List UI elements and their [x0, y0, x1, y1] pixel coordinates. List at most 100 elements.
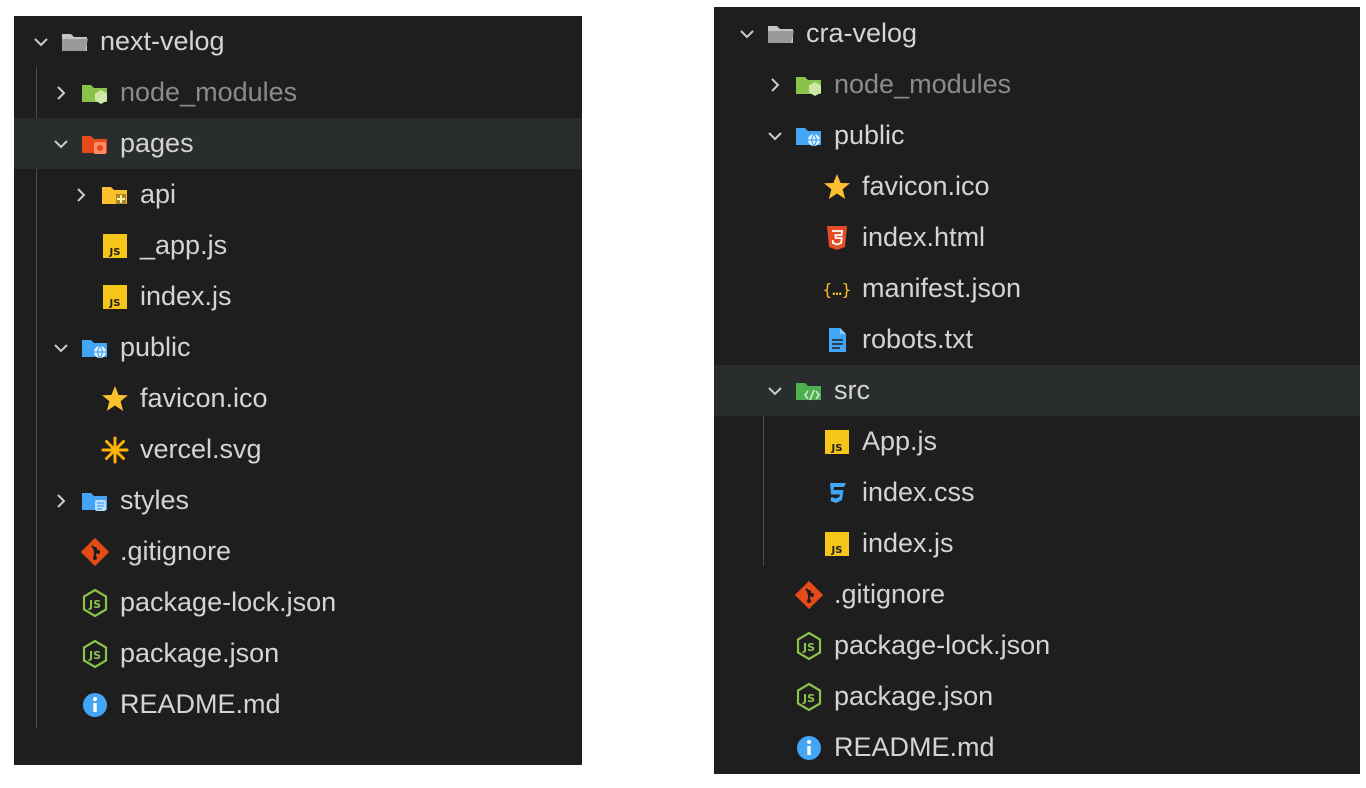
tree-item-label: README.md: [834, 732, 995, 762]
tree-item[interactable]: pages: [14, 118, 582, 169]
tree-item[interactable]: node_modules: [714, 59, 1360, 110]
chevron-right-icon[interactable]: [50, 475, 72, 526]
svg-text:JS: JS: [802, 641, 815, 654]
chevron-down-icon[interactable]: [764, 365, 786, 416]
tree-item-label: node_modules: [120, 77, 298, 107]
pages-folder-icon: [80, 129, 110, 159]
js-file-icon: JS: [822, 427, 852, 457]
tree-item[interactable]: JS index.js: [714, 518, 1360, 569]
tree-item-label: public: [120, 332, 191, 362]
tree-item[interactable]: JS package.json: [14, 628, 582, 679]
tree-item-label: index.js: [862, 528, 954, 558]
js-file-icon: JS: [100, 231, 130, 261]
tree-item[interactable]: cra-velog: [714, 8, 1360, 59]
tree-item[interactable]: robots.txt: [714, 314, 1360, 365]
tree-item[interactable]: README.md: [14, 679, 582, 730]
tree-item[interactable]: index.css: [714, 467, 1360, 518]
tree-item[interactable]: styles: [14, 475, 582, 526]
styles-folder-icon: [80, 486, 110, 516]
chevron-right-icon[interactable]: [50, 67, 72, 118]
svg-text:JS: JS: [109, 247, 121, 258]
api-folder-icon: [100, 180, 130, 210]
chevron-down-icon[interactable]: [736, 8, 758, 59]
tree-item-label: cra-velog: [806, 18, 918, 48]
tree-item[interactable]: JS index.js: [14, 271, 582, 322]
git-icon: [794, 580, 824, 610]
tree-item[interactable]: JS package-lock.json: [14, 577, 582, 628]
tree-item[interactable]: favicon.ico: [14, 373, 582, 424]
js-file-icon: JS: [100, 282, 130, 312]
tree-item-label: App.js: [862, 426, 938, 456]
chevron-down-icon[interactable]: [30, 16, 52, 67]
left-explorer-panel: next-velog node_modules pages api JS _app.js J…: [14, 16, 582, 765]
info-icon: [794, 733, 824, 763]
tree-item[interactable]: vercel.svg: [14, 424, 582, 475]
chevron-down-icon[interactable]: [50, 118, 72, 169]
node-folder-icon: [80, 78, 110, 108]
tree-item[interactable]: JS App.js: [714, 416, 1360, 467]
tree-item-label: index.css: [862, 477, 975, 507]
svg-text:JS: JS: [88, 598, 101, 611]
tree-item-label: manifest.json: [862, 273, 1022, 303]
folder-open-icon: [766, 19, 796, 49]
tree-item-label: .gitignore: [120, 536, 232, 566]
chevron-down-icon[interactable]: [764, 110, 786, 161]
tree-item-label: README.md: [120, 689, 281, 719]
tree-item[interactable]: public: [14, 322, 582, 373]
tree-item-label: next-velog: [100, 26, 225, 56]
tree-item-label: public: [834, 120, 905, 150]
chevron-right-icon[interactable]: [70, 169, 92, 220]
tree-item[interactable]: .gitignore: [714, 569, 1360, 620]
tree-item-label: index.js: [140, 281, 232, 311]
tree-item[interactable]: src: [714, 365, 1360, 416]
css3-icon: [822, 478, 852, 508]
tree-item-label: robots.txt: [862, 324, 974, 354]
tree-item[interactable]: index.html: [714, 212, 1360, 263]
tree-item[interactable]: JS package-lock.json: [714, 620, 1360, 671]
info-icon: [80, 690, 110, 720]
tree-item-label: favicon.ico: [140, 383, 268, 413]
src-folder-icon: [794, 376, 824, 406]
chevron-down-icon[interactable]: [50, 322, 72, 373]
tree-item-label: favicon.ico: [862, 171, 990, 201]
tree-item[interactable]: favicon.ico: [714, 161, 1360, 212]
node-js-icon: JS: [794, 631, 824, 661]
tree-item-label: package-lock.json: [834, 630, 1051, 660]
svg-text:JS: JS: [831, 545, 843, 556]
tree-item[interactable]: JS package.json: [714, 671, 1360, 722]
tree-item[interactable]: README.md: [714, 722, 1360, 773]
tree-item[interactable]: api: [14, 169, 582, 220]
tree-item[interactable]: public: [714, 110, 1360, 161]
tree-item-label: _app.js: [140, 230, 228, 260]
chevron-right-icon[interactable]: [764, 59, 786, 110]
svg-file-icon: [100, 435, 130, 465]
json-braces-icon: {…}: [822, 274, 852, 304]
tree-item[interactable]: JS _app.js: [14, 220, 582, 271]
tree-item-label: pages: [120, 128, 194, 158]
star-icon: [100, 384, 130, 414]
tree-item-label: package.json: [120, 638, 280, 668]
tree-item[interactable]: {…} manifest.json: [714, 263, 1360, 314]
tree-item[interactable]: next-velog: [14, 16, 582, 67]
tree-item[interactable]: .gitignore: [14, 526, 582, 577]
folder-open-icon: [60, 27, 90, 57]
text-file-icon: [822, 325, 852, 355]
node-js-icon: JS: [80, 588, 110, 618]
tree-item[interactable]: node_modules: [14, 67, 582, 118]
node-js-icon: JS: [794, 682, 824, 712]
node-js-icon: JS: [80, 639, 110, 669]
